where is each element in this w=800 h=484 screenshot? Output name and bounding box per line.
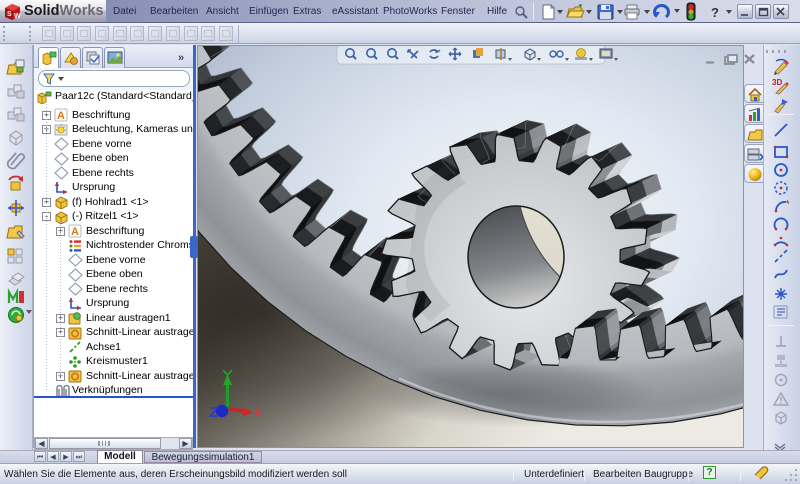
svg-text:S: S <box>7 11 12 18</box>
svg-text:A: A <box>57 110 65 122</box>
svg-text:A: A <box>71 226 79 238</box>
svg-text:W: W <box>14 13 21 20</box>
svg-text:?: ? <box>711 5 719 20</box>
svg-text:3D: 3D <box>772 78 782 87</box>
